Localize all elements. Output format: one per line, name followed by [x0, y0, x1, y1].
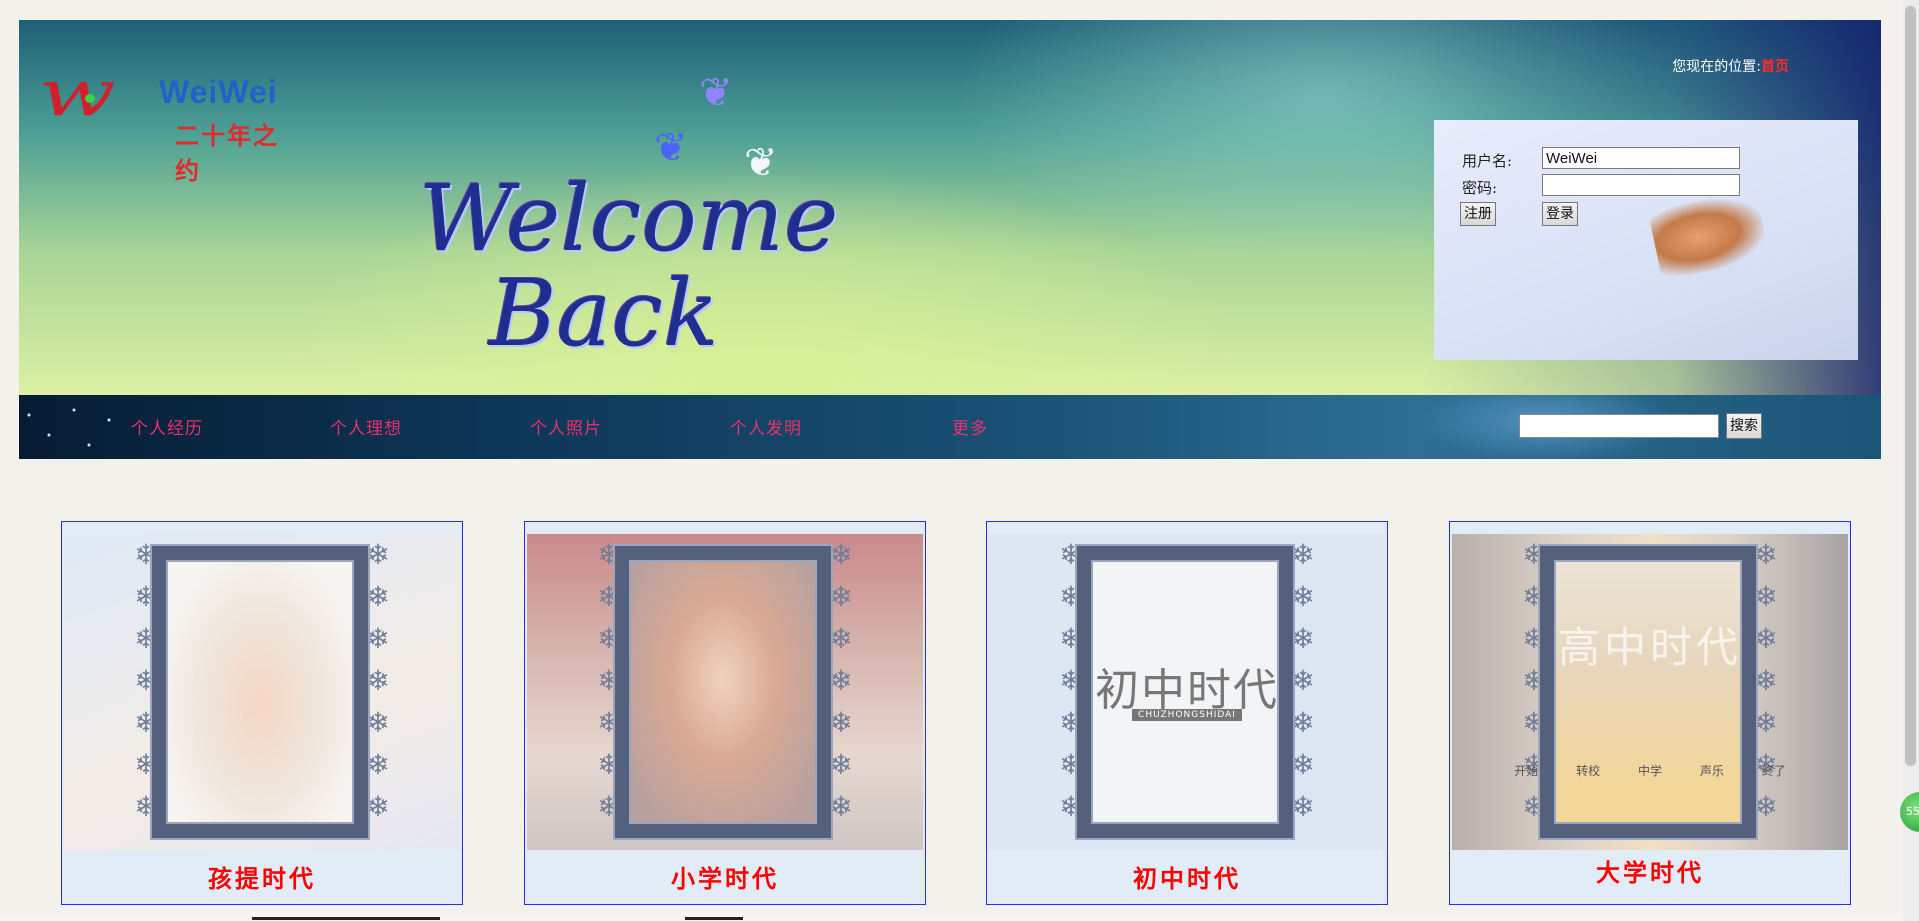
search-input[interactable] [1519, 414, 1719, 438]
nav-item-inventions[interactable]: 个人发明 [730, 414, 802, 439]
scrollbar-thumb[interactable] [1905, 6, 1916, 766]
card-caption[interactable]: 小学时代 [525, 859, 925, 894]
location-prefix: 您现在的位置: [1672, 59, 1761, 75]
page-scrollbar[interactable] [1903, 0, 1919, 921]
logo-dot-icon [85, 94, 95, 103]
card-caption[interactable]: 初中时代 [987, 859, 1387, 894]
username-input[interactable] [1542, 147, 1740, 169]
nav-item-ideals[interactable]: 个人理想 [330, 414, 402, 439]
photo-frame [152, 546, 368, 838]
leaf-decoration [1647, 189, 1771, 281]
butterfly-icon: ❦ [699, 70, 733, 116]
home-link[interactable]: 首页 [1761, 59, 1789, 75]
password-input[interactable] [1542, 174, 1740, 196]
card-caption[interactable]: 大学时代 [1450, 853, 1850, 888]
card-caption[interactable]: 孩提时代 [62, 859, 462, 894]
period-card-middle-school[interactable]: ❄ ❄ ❄ ❄ ❄ ❄ ❄ ❄ ❄ ❄ ❄ ❄ ❄ ❄ 初中时代 CHUZHONGSHIDAI 初中时代 [986, 521, 1388, 905]
bottom-content-strip [0, 913, 1903, 921]
header-banner: w WeiWei 二十年之约 ❦ ❦ ❦ Welcome Back 您现在的位置… [19, 20, 1881, 395]
welcome-text: Welcome [419, 165, 839, 272]
site-logo[interactable]: w WeiWei 二十年之约 [39, 56, 299, 185]
photo-frame [1540, 546, 1756, 838]
period-card-university[interactable]: ❄ ❄ ❄ ❄ ❄ ❄ ❄ ❄ ❄ ❄ ❄ ❄ ❄ ❄ 高中时代 开始 转校 中学 声乐 终了 大学时代 [1449, 521, 1851, 905]
period-card-childhood[interactable]: ❄ ❄ ❄ ❄ ❄ ❄ ❄ ❄ ❄ ❄ ❄ ❄ ❄ ❄ 孩提时代 [61, 521, 463, 905]
main-nav: 个人经历 个人理想 个人照片 个人发明 更多 搜索 [19, 395, 1881, 459]
card-photo[interactable]: ❄ ❄ ❄ ❄ ❄ ❄ ❄ ❄ ❄ ❄ ❄ ❄ ❄ ❄ [527, 534, 923, 850]
photo-labels: 开始 转校 中学 声乐 终了 [1514, 764, 1786, 778]
search-button[interactable]: 搜索 [1726, 413, 1762, 439]
photo-title-text: 高中时代 [1557, 623, 1742, 672]
logo-subtitle: 二十年之约 [175, 124, 279, 185]
logo-brand-text: WeiWei [159, 74, 278, 110]
photo-subtext: CHUZHONGSHIDAI [989, 709, 1385, 721]
period-card-primary-school[interactable]: ❄ ❄ ❄ ❄ ❄ ❄ ❄ ❄ ❄ ❄ ❄ ❄ ❄ ❄ 小学时代 [524, 521, 926, 905]
nav-item-experience[interactable]: 个人经历 [131, 414, 203, 439]
password-label: 密码: [1462, 179, 1498, 197]
welcome-back-graphic: ❦ ❦ ❦ Welcome Back [399, 70, 859, 380]
nav-item-more[interactable]: 更多 [952, 414, 988, 439]
back-text: Back [489, 260, 719, 367]
login-panel: 用户名: 密码: 注册 登录 [1434, 120, 1858, 360]
register-button[interactable]: 注册 [1460, 202, 1496, 226]
login-button[interactable]: 登录 [1542, 202, 1578, 226]
card-photo[interactable]: ❄ ❄ ❄ ❄ ❄ ❄ ❄ ❄ ❄ ❄ ❄ ❄ ❄ ❄ 初中时代 CHUZHONGSHIDAI [989, 534, 1385, 850]
card-photo[interactable]: ❄ ❄ ❄ ❄ ❄ ❄ ❄ ❄ ❄ ❄ ❄ ❄ ❄ ❄ 高中时代 开始 转校 中学 声乐 终了 [1452, 534, 1848, 850]
username-label: 用户名: [1462, 152, 1513, 170]
card-photo[interactable]: ❄ ❄ ❄ ❄ ❄ ❄ ❄ ❄ ❄ ❄ ❄ ❄ ❄ ❄ [64, 534, 460, 850]
location-breadcrumb: 您现在的位置:首页 [1672, 56, 1789, 76]
photo-frame [615, 546, 831, 838]
logo-mark-icon: w [39, 57, 116, 131]
nav-item-photos[interactable]: 个人照片 [530, 414, 602, 439]
stars-decoration [19, 395, 139, 459]
